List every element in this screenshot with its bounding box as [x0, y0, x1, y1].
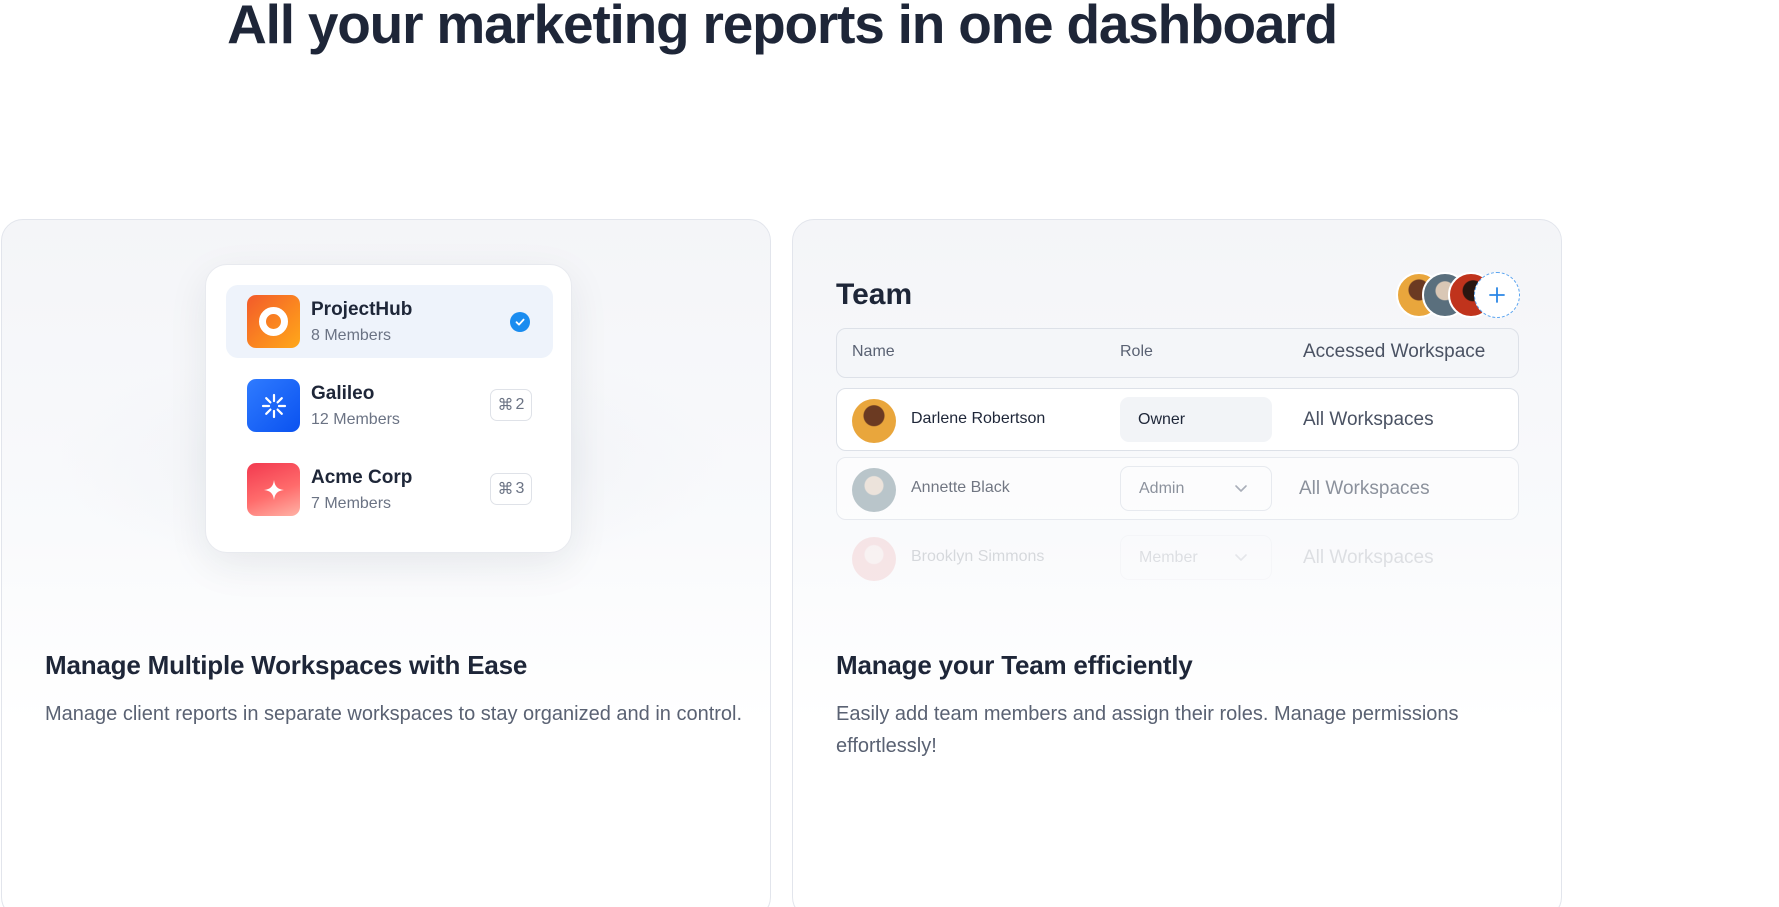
- shortcut-key: 2: [515, 396, 525, 413]
- role-label: Admin: [1139, 479, 1185, 497]
- column-header-role: Role: [1120, 343, 1153, 360]
- burst-logo-icon: [247, 379, 300, 432]
- role-select[interactable]: Admin: [1120, 466, 1272, 511]
- workspace-item-acme-corp[interactable]: Acme Corp 7 Members ⌘ 3: [226, 453, 553, 526]
- hero-title: All your marketing reports in one dashbo…: [227, 0, 1338, 55]
- ring-logo-icon: [247, 295, 300, 348]
- card-title: Manage your Team efficiently: [836, 650, 1193, 680]
- card-title: Manage Multiple Workspaces with Ease: [45, 650, 528, 680]
- command-key-icon: ⌘: [497, 481, 514, 498]
- add-member-button[interactable]: [1474, 272, 1520, 318]
- avatar: [852, 399, 896, 443]
- command-key-icon: ⌘: [497, 397, 514, 414]
- page: All your marketing reports in one dashbo…: [0, 0, 1779, 907]
- workspace-members: 7 Members: [311, 495, 392, 512]
- workspace-item-galileo[interactable]: Galileo 12 Members ⌘ 2: [226, 369, 553, 442]
- role-label: Owner: [1138, 410, 1186, 428]
- team-panel-title: Team: [836, 278, 913, 311]
- workspace-members: 12 Members: [311, 411, 400, 428]
- table-row: Annette Black Admin All Workspaces: [836, 457, 1519, 520]
- card-description: Easily add team members and assign their…: [836, 703, 1459, 757]
- member-name: Darlene Robertson: [911, 410, 1046, 427]
- member-workspace: All Workspaces: [1303, 409, 1434, 430]
- team-table-header: Name Role Accessed Workspace: [836, 328, 1519, 378]
- check-icon: [510, 312, 530, 332]
- keyboard-shortcut-badge: ⌘ 2: [490, 389, 532, 421]
- role-badge: Owner: [1120, 397, 1272, 442]
- workspace-item-projecthub[interactable]: ProjectHub 8 Members: [226, 285, 553, 358]
- sparkle-logo-icon: [247, 463, 300, 516]
- workspace-members: 8 Members: [311, 327, 392, 344]
- table-row: Darlene Robertson Owner All Workspaces: [836, 388, 1519, 451]
- column-header-name: Name: [852, 343, 895, 360]
- column-header-workspace: Accessed Workspace: [1303, 341, 1486, 362]
- member-workspace: All Workspaces: [1299, 478, 1430, 499]
- avatar: [852, 537, 896, 581]
- role-select[interactable]: Member: [1120, 535, 1272, 580]
- member-workspace: All Workspaces: [1303, 547, 1434, 568]
- role-label: Member: [1139, 548, 1198, 566]
- card-description: Manage client reports in separate worksp…: [45, 703, 743, 725]
- avatar: [852, 468, 896, 512]
- workspace-name: Galileo: [311, 383, 375, 404]
- member-avatar-group: [1396, 272, 1526, 318]
- member-name: Annette Black: [911, 479, 1010, 496]
- workspace-name: ProjectHub: [311, 299, 413, 320]
- team-feature-card: Team Name Role Accessed Workspace Darlen…: [792, 219, 1562, 907]
- shortcut-key: 3: [515, 480, 525, 497]
- keyboard-shortcut-badge: ⌘ 3: [490, 473, 532, 505]
- table-row: Brooklyn Simmons Member All Workspaces: [836, 526, 1519, 589]
- chevron-down-icon: [1235, 485, 1247, 492]
- chevron-down-icon: [1235, 554, 1247, 561]
- workspaces-feature-card: ProjectHub 8 Members Galileo 12 Members …: [1, 219, 771, 907]
- workspace-switcher: ProjectHub 8 Members Galileo 12 Members …: [205, 264, 572, 553]
- plus-icon: [1489, 287, 1505, 303]
- member-name: Brooklyn Simmons: [911, 548, 1045, 565]
- workspace-name: Acme Corp: [311, 467, 413, 488]
